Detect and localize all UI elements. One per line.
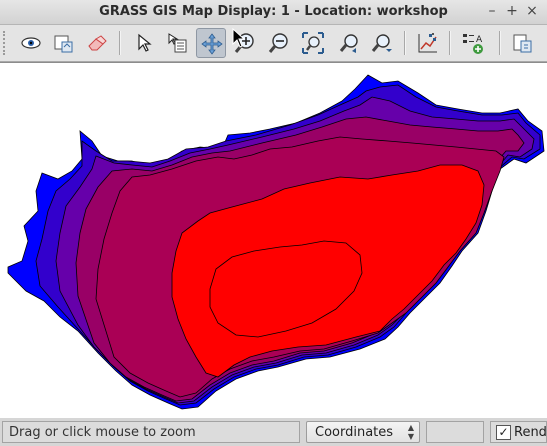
toolbar-separator	[449, 31, 451, 55]
render-toggle[interactable]: ✓ Render	[490, 421, 547, 443]
zoom-menu-button[interactable]	[367, 28, 397, 58]
zoom-back-icon	[339, 34, 358, 53]
render-icon	[54, 35, 73, 53]
zoom-extent-button[interactable]	[298, 28, 328, 58]
mouse-cursor-icon	[232, 28, 246, 48]
map-canvas[interactable]	[0, 62, 547, 419]
render-map-button[interactable]	[49, 28, 79, 58]
contour-map	[7, 74, 545, 410]
legend-icon: A	[463, 34, 483, 54]
pointer-arrow-icon	[138, 33, 152, 52]
toolbar-separator	[499, 31, 501, 55]
eraser-icon	[88, 35, 107, 51]
maximize-button[interactable]: +	[505, 3, 519, 19]
zoom-out-icon	[268, 33, 288, 53]
render-label: Render	[514, 425, 547, 440]
zoom-out-button[interactable]	[264, 28, 294, 58]
save-display-icon	[513, 34, 532, 53]
analyze-button[interactable]	[413, 28, 443, 58]
toolbar-separator	[119, 31, 121, 55]
zoom-menu-icon	[371, 34, 392, 52]
spinner-arrows-icon: ▲ ▼	[407, 423, 414, 441]
statusbar: Drag or click mouse to zoom Coordinates …	[0, 418, 547, 446]
pointer-button[interactable]	[129, 28, 159, 58]
erase-display-button[interactable]	[82, 28, 112, 58]
query-icon	[168, 33, 187, 53]
close-button[interactable]: ×	[525, 3, 539, 19]
map-toolbar: A	[0, 25, 547, 62]
eye-icon	[21, 37, 41, 49]
toolbar-separator	[404, 31, 406, 55]
window-title: GRASS GIS Map Display: 1 - Location: wor…	[99, 4, 448, 19]
analyze-chart-icon	[418, 33, 437, 53]
display-map-button[interactable]	[16, 28, 46, 58]
toolbar-grip[interactable]	[3, 31, 9, 55]
svg-text:A: A	[476, 35, 483, 45]
query-button[interactable]	[162, 28, 192, 58]
zoom-back-button[interactable]	[334, 28, 364, 58]
window-titlebar[interactable]: GRASS GIS Map Display: 1 - Location: wor…	[0, 0, 547, 25]
minimize-button[interactable]: –	[485, 3, 499, 19]
statusbar-mode-select[interactable]: Coordinates ▲ ▼	[306, 421, 420, 443]
pan-button[interactable]	[196, 28, 226, 58]
statusbar-mode-value: Coordinates	[315, 425, 394, 440]
render-checkbox[interactable]: ✓	[496, 425, 511, 440]
save-image-button[interactable]	[507, 28, 537, 58]
pan-icon	[201, 33, 223, 55]
status-message: Drag or click mouse to zoom	[2, 421, 300, 443]
statusbar-coordinate-field	[426, 421, 484, 443]
add-decoration-button[interactable]: A	[457, 28, 487, 58]
zoom-extent-icon	[302, 32, 324, 54]
